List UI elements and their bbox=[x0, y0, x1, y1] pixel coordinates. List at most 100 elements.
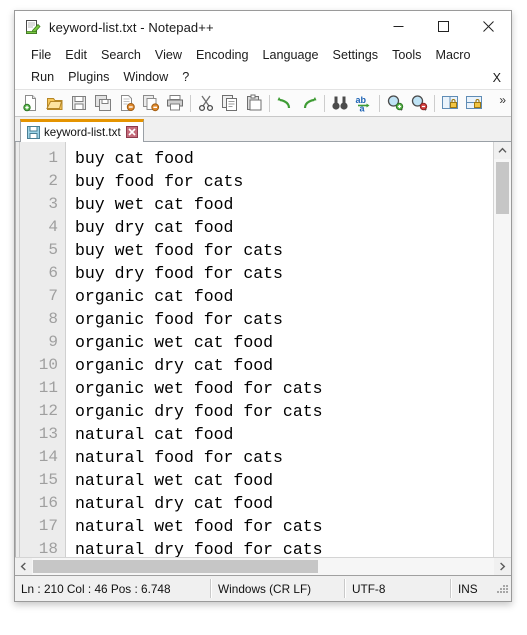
toolbar: ab a » bbox=[15, 89, 511, 117]
status-position: Ln : 210 Col : 46 Pos : 6.748 bbox=[15, 579, 211, 598]
notepadpp-window: keyword-list.txt - Notepad++ File Edit S… bbox=[14, 10, 512, 602]
zoom-in-icon[interactable] bbox=[383, 91, 407, 115]
menu-item-help[interactable]: ? bbox=[175, 67, 196, 89]
window-title: keyword-list.txt - Notepad++ bbox=[49, 19, 214, 35]
line-number: 10 bbox=[38, 356, 58, 374]
editor-area: 1 2 3 4 5 6 7 8 9 10 11 12 13 14 15 16 1 bbox=[15, 142, 511, 576]
zoom-out-icon[interactable] bbox=[407, 91, 431, 115]
line-number: 14 bbox=[38, 448, 58, 466]
save-icon[interactable] bbox=[67, 91, 91, 115]
chevron-up-icon[interactable] bbox=[494, 142, 511, 159]
close-button[interactable] bbox=[466, 11, 511, 42]
line-number: 4 bbox=[48, 218, 58, 236]
menu-item-window[interactable]: Window bbox=[116, 67, 175, 89]
text-line: buy dry cat food bbox=[75, 218, 234, 237]
text-line: buy wet food for cats bbox=[75, 241, 283, 260]
toolbar-separator bbox=[324, 94, 325, 112]
text-line: natural dry food for cats bbox=[75, 540, 323, 557]
toolbar-overflow-button[interactable]: » bbox=[499, 93, 506, 107]
menu-item-tools[interactable]: Tools bbox=[385, 45, 428, 67]
editor-row: 1 2 3 4 5 6 7 8 9 10 11 12 13 14 15 16 1 bbox=[15, 142, 511, 557]
line-number: 11 bbox=[38, 379, 58, 397]
new-file-icon[interactable] bbox=[19, 91, 43, 115]
menu-item-search[interactable]: Search bbox=[94, 45, 148, 67]
save-all-icon[interactable] bbox=[91, 91, 115, 115]
line-number: 17 bbox=[38, 517, 58, 535]
text-line: buy wet cat food bbox=[75, 195, 234, 214]
text-line: natural wet cat food bbox=[75, 471, 274, 490]
menu-item-macro[interactable]: Macro bbox=[428, 45, 477, 67]
title-bar: keyword-list.txt - Notepad++ bbox=[15, 11, 511, 43]
line-number-gutter: 1 2 3 4 5 6 7 8 9 10 11 12 13 14 15 16 1 bbox=[20, 142, 66, 557]
text-line: buy cat food bbox=[75, 149, 194, 168]
text-line: organic food for cats bbox=[75, 310, 283, 329]
menu-item-plugins[interactable]: Plugins bbox=[61, 67, 116, 89]
horizontal-scrollbar-thumb[interactable] bbox=[33, 560, 318, 573]
line-number: 16 bbox=[38, 494, 58, 512]
minimize-button[interactable] bbox=[376, 11, 421, 42]
chevron-left-icon[interactable] bbox=[15, 558, 32, 575]
replace-icon[interactable]: ab a bbox=[352, 91, 376, 115]
copy-icon[interactable] bbox=[218, 91, 242, 115]
open-file-icon[interactable] bbox=[43, 91, 67, 115]
line-number: 6 bbox=[48, 264, 58, 282]
line-number: 12 bbox=[38, 402, 58, 420]
status-bar: Ln : 210 Col : 46 Pos : 6.748 Windows (C… bbox=[15, 576, 511, 601]
code-area[interactable]: 1 2 3 4 5 6 7 8 9 10 11 12 13 14 15 16 1 bbox=[15, 142, 493, 557]
text-line: natural food for cats bbox=[75, 448, 283, 467]
status-insert-mode: INS bbox=[451, 579, 495, 598]
menu-item-file[interactable]: File bbox=[24, 45, 58, 67]
line-number: 18 bbox=[38, 540, 58, 557]
status-encoding: UTF-8 bbox=[345, 579, 451, 598]
resize-grip[interactable] bbox=[495, 582, 509, 596]
text-line: organic cat food bbox=[75, 287, 234, 306]
line-number: 5 bbox=[48, 241, 58, 259]
menu-item-view[interactable]: View bbox=[148, 45, 189, 67]
menu-item-settings[interactable]: Settings bbox=[326, 45, 386, 67]
close-all-files-icon[interactable] bbox=[139, 91, 163, 115]
toolbar-separator bbox=[434, 94, 435, 112]
sync-vertical-scroll-icon[interactable] bbox=[438, 91, 462, 115]
text-line: organic dry cat food bbox=[75, 356, 274, 375]
menu-item-run[interactable]: Run bbox=[24, 67, 61, 89]
line-number: 7 bbox=[48, 287, 58, 305]
vertical-scrollbar[interactable] bbox=[493, 142, 511, 557]
paste-icon[interactable] bbox=[242, 91, 266, 115]
menu-item-encoding[interactable]: Encoding bbox=[189, 45, 256, 67]
vertical-scrollbar-thumb[interactable] bbox=[496, 162, 509, 214]
tab-keyword-list[interactable]: keyword-list.txt bbox=[20, 119, 144, 142]
text-line: organic wet food for cats bbox=[75, 379, 323, 398]
close-file-icon[interactable] bbox=[115, 91, 139, 115]
text-line: buy food for cats bbox=[75, 172, 244, 191]
cut-icon[interactable] bbox=[194, 91, 218, 115]
maximize-button[interactable] bbox=[421, 11, 466, 42]
print-icon[interactable] bbox=[163, 91, 187, 115]
menu-bar: File Edit Search View Encoding Language … bbox=[15, 43, 511, 89]
text-line: natural wet food for cats bbox=[75, 517, 323, 536]
tab-close-icon[interactable] bbox=[125, 126, 138, 138]
toolbar-separator bbox=[379, 94, 380, 112]
chevron-right-icon[interactable] bbox=[494, 558, 511, 575]
find-icon[interactable] bbox=[328, 91, 352, 115]
status-eol: Windows (CR LF) bbox=[211, 579, 345, 598]
text-line: natural dry cat food bbox=[75, 494, 274, 513]
toolbar-separator bbox=[269, 94, 270, 112]
sync-horizontal-scroll-icon[interactable] bbox=[462, 91, 486, 115]
text-content[interactable]: buy cat food buy food for cats buy wet c… bbox=[66, 142, 493, 557]
menu-item-edit[interactable]: Edit bbox=[58, 45, 94, 67]
close-document-button[interactable]: X bbox=[493, 71, 501, 85]
undo-icon[interactable] bbox=[273, 91, 297, 115]
toolbar-separator bbox=[190, 94, 191, 112]
redo-icon[interactable] bbox=[297, 91, 321, 115]
save-document-icon bbox=[27, 125, 40, 139]
horizontal-scrollbar[interactable] bbox=[15, 557, 511, 575]
line-number: 9 bbox=[48, 333, 58, 351]
notepad-plus-plus-icon bbox=[25, 19, 41, 35]
text-line: buy dry food for cats bbox=[75, 264, 283, 283]
line-number: 3 bbox=[48, 195, 58, 213]
line-number: 8 bbox=[48, 310, 58, 328]
window-controls bbox=[376, 11, 511, 43]
text-line: organic wet cat food bbox=[75, 333, 274, 352]
line-number: 2 bbox=[48, 172, 58, 190]
menu-item-language[interactable]: Language bbox=[256, 45, 326, 67]
